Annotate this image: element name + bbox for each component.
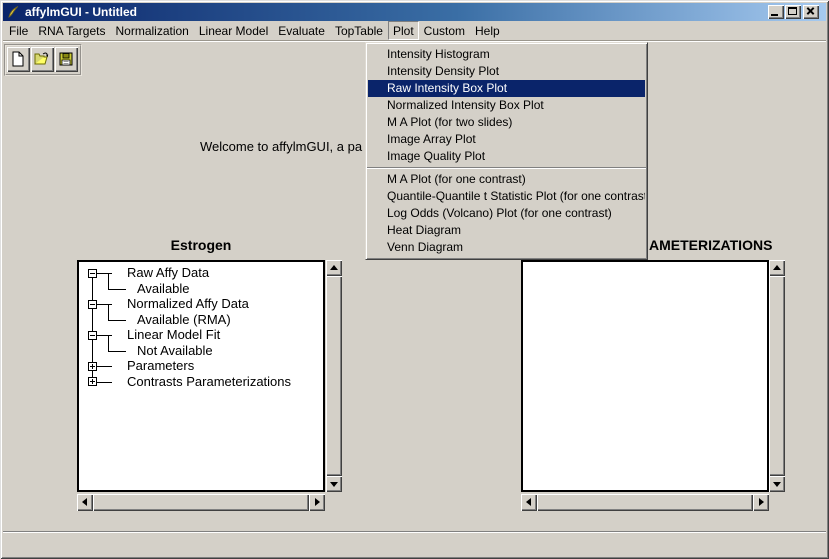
menu-item-m-a-plot-for-one-contrast-[interactable]: M A Plot (for one contrast): [368, 171, 645, 188]
plot-menu-dropdown: Intensity HistogramIntensity Density Plo…: [365, 42, 648, 260]
tree-item-available[interactable]: Available: [137, 281, 190, 297]
status-bar: [3, 533, 826, 556]
welcome-text: Welcome to affylmGUI, a pa: [200, 139, 362, 154]
scroll-thumb[interactable]: [93, 494, 309, 511]
contrasts-listbox[interactable]: [521, 260, 769, 492]
tree-item-contrasts-parameterizations[interactable]: Contrasts Parameterizations: [127, 374, 291, 390]
menubar-item-evaluate[interactable]: Evaluate: [273, 21, 330, 40]
scroll-thumb[interactable]: [769, 276, 785, 476]
tree-connector-line: [97, 366, 112, 367]
menubar-item-linear-model[interactable]: Linear Model: [194, 21, 273, 40]
right-horizontal-scrollbar[interactable]: [521, 494, 769, 511]
scroll-down-button[interactable]: [769, 476, 785, 492]
tree-connector-line: [108, 351, 126, 352]
tree-connector-line: [108, 304, 109, 320]
menubar-item-custom[interactable]: Custom: [419, 21, 470, 40]
tree-connector-line: [97, 304, 112, 305]
scroll-left-button[interactable]: [77, 494, 93, 511]
tree-item-not-available[interactable]: Not Available: [137, 343, 213, 359]
tree-connector-line: [97, 382, 112, 383]
scroll-up-button[interactable]: [326, 260, 342, 276]
open-folder-icon: [34, 51, 50, 67]
scroll-left-icon: [82, 498, 87, 506]
tree-expand-toggle[interactable]: [88, 362, 97, 371]
menubar-item-rna-targets[interactable]: RNA Targets: [33, 21, 110, 40]
tree-connector-line: [108, 273, 109, 289]
left-panel-title: Estrogen: [77, 237, 325, 253]
menu-item-image-array-plot[interactable]: Image Array Plot: [368, 131, 645, 148]
scroll-down-button[interactable]: [326, 476, 342, 492]
tree-item-available-rma-[interactable]: Available (RMA): [137, 312, 231, 328]
tree-collapse-toggle[interactable]: [88, 300, 97, 309]
scroll-track[interactable]: [326, 276, 342, 476]
menu-separator: [367, 167, 646, 169]
scroll-track[interactable]: [537, 494, 753, 511]
tree-connector-line: [108, 335, 109, 351]
save-file-button[interactable]: [55, 47, 78, 72]
menubar-item-normalization[interactable]: Normalization: [111, 21, 194, 40]
tree-expand-toggle[interactable]: [88, 377, 97, 386]
scroll-up-icon: [773, 265, 781, 270]
scroll-up-button[interactable]: [769, 260, 785, 276]
tree-collapse-toggle[interactable]: [88, 331, 97, 340]
menubar-item-toptable[interactable]: TopTable: [330, 21, 388, 40]
menu-item-log-odds-volcano-plot-for-one-contrast-[interactable]: Log Odds (Volcano) Plot (for one contras…: [368, 205, 645, 222]
app-feather-icon: [6, 5, 20, 19]
open-file-button[interactable]: [31, 47, 54, 72]
tree-connector-line: [108, 320, 126, 321]
tree-connector-line: [97, 335, 112, 336]
tree-connector-line: [108, 289, 126, 290]
right-vertical-scrollbar[interactable]: [769, 260, 785, 492]
tree-collapse-toggle[interactable]: [88, 269, 97, 278]
menu-item-normalized-intensity-box-plot[interactable]: Normalized Intensity Box Plot: [368, 97, 645, 114]
menu-item-intensity-density-plot[interactable]: Intensity Density Plot: [368, 63, 645, 80]
maximize-button[interactable]: [785, 5, 801, 19]
tree-item-normalized-affy-data[interactable]: Normalized Affy Data: [127, 296, 249, 312]
new-document-icon: [10, 51, 26, 67]
menubar-item-file[interactable]: File: [4, 21, 33, 40]
minimize-button[interactable]: [768, 5, 784, 19]
new-file-button[interactable]: [7, 47, 30, 72]
save-floppy-icon: [58, 51, 74, 67]
scroll-right-icon: [315, 498, 320, 506]
menubar-item-plot[interactable]: Plot: [388, 21, 419, 40]
tree-item-linear-model-fit[interactable]: Linear Model Fit: [127, 327, 220, 343]
tree-connector-line: [97, 273, 112, 274]
scroll-left-button[interactable]: [521, 494, 537, 511]
scroll-track[interactable]: [769, 276, 785, 476]
menu-item-image-quality-plot[interactable]: Image Quality Plot: [368, 148, 645, 165]
menu-item-heat-diagram[interactable]: Heat Diagram: [368, 222, 645, 239]
scroll-right-button[interactable]: [753, 494, 769, 511]
titlebar[interactable]: affylmGUI - Untitled: [3, 3, 826, 21]
menu-item-quantile-quantile-t-statistic-plot-for-one-contrast-[interactable]: Quantile-Quantile t Statistic Plot (for …: [368, 188, 645, 205]
scroll-left-icon: [526, 498, 531, 506]
scroll-track[interactable]: [93, 494, 309, 511]
menu-item-venn-diagram[interactable]: Venn Diagram: [368, 239, 645, 256]
scroll-down-icon: [330, 482, 338, 487]
menubar: FileRNA TargetsNormalizationLinear Model…: [3, 21, 826, 41]
left-vertical-scrollbar[interactable]: [326, 260, 342, 492]
menu-item-m-a-plot-for-two-slides-[interactable]: M A Plot (for two slides): [368, 114, 645, 131]
tree-item-parameters[interactable]: Parameters: [127, 358, 194, 374]
scroll-down-icon: [773, 482, 781, 487]
status-tree: Raw Affy DataAvailableNormalized Affy Da…: [79, 262, 323, 490]
status-tree-listbox[interactable]: Raw Affy DataAvailableNormalized Affy Da…: [77, 260, 325, 492]
scroll-right-icon: [759, 498, 764, 506]
maximize-icon: [788, 7, 797, 15]
menubar-item-help[interactable]: Help: [470, 21, 505, 40]
scroll-thumb[interactable]: [537, 494, 753, 511]
menu-item-intensity-histogram[interactable]: Intensity Histogram: [368, 46, 645, 63]
right-panel-title: AMETERIZATIONS: [649, 237, 772, 253]
app-window: affylmGUI - Untitled FileRNA TargetsNorm…: [0, 0, 829, 559]
left-horizontal-scrollbar[interactable]: [77, 494, 325, 511]
menu-item-raw-intensity-box-plot[interactable]: Raw Intensity Box Plot: [368, 80, 645, 97]
window-title: affylmGUI - Untitled: [25, 3, 137, 21]
scroll-thumb[interactable]: [326, 276, 342, 476]
close-button[interactable]: [803, 5, 819, 19]
toolbar: [4, 44, 82, 76]
tree-item-raw-affy-data[interactable]: Raw Affy Data: [127, 265, 209, 281]
scroll-right-button[interactable]: [309, 494, 325, 511]
minimize-icon: [771, 14, 778, 16]
scroll-up-icon: [330, 265, 338, 270]
